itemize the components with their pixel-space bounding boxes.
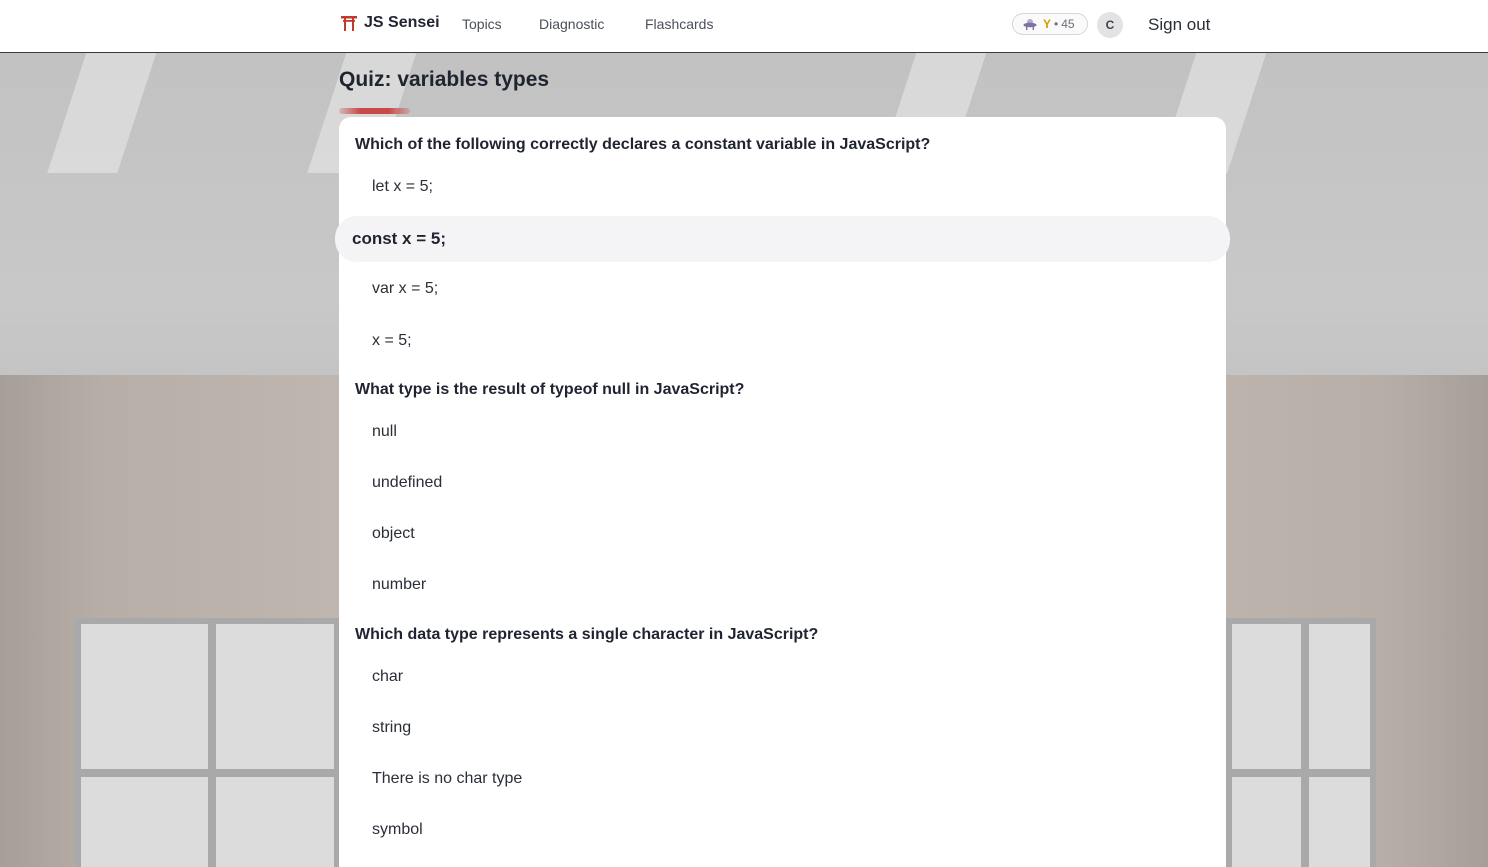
question-3-option-1[interactable]: char xyxy=(372,668,403,686)
question-3-option-2[interactable]: string xyxy=(372,719,411,737)
rank-badge[interactable]: Y • 45 xyxy=(1012,13,1088,35)
shoji-screen xyxy=(75,618,340,867)
question-3-text: Which data type represents a single char… xyxy=(355,626,819,643)
question-1-option-3[interactable]: var x = 5; xyxy=(372,280,438,298)
shoji-screen xyxy=(1226,618,1376,867)
page-title: Quiz: variables types xyxy=(339,68,550,91)
sign-out-button[interactable]: Sign out xyxy=(1148,15,1210,35)
question-2-option-4[interactable]: number xyxy=(372,576,426,594)
top-nav: JS Sensei Topics Diagnostic Flashcards Y… xyxy=(0,0,1488,53)
question-1-option-1[interactable]: let x = 5; xyxy=(372,178,433,196)
quiz-progress-fill xyxy=(339,108,410,114)
badge-separator: • xyxy=(1054,17,1059,31)
question-3-option-4[interactable]: symbol xyxy=(372,821,423,839)
ufo-icon xyxy=(1023,19,1037,30)
nav-link-flashcards[interactable]: Flashcards xyxy=(645,16,713,32)
avatar[interactable]: C xyxy=(1097,12,1123,38)
question-1-option-4[interactable]: x = 5; xyxy=(372,332,412,350)
quiz-card: Which of the following correctly declare… xyxy=(335,117,1230,867)
question-2-text: What type is the result of typeof null i… xyxy=(355,381,745,398)
quiz-progress-bar xyxy=(339,108,1226,114)
torii-gate-icon xyxy=(341,16,357,31)
question-2-option-3[interactable]: object xyxy=(372,525,415,543)
question-1-option-2-selected[interactable]: const x = 5; xyxy=(335,216,1230,262)
question-2-option-2[interactable]: undefined xyxy=(372,474,442,492)
question-1-text: Which of the following correctly declare… xyxy=(355,136,931,153)
question-3-option-3[interactable]: There is no char type xyxy=(372,770,522,788)
xp-count: 45 xyxy=(1061,17,1075,31)
nav-link-diagnostic[interactable]: Diagnostic xyxy=(539,16,604,32)
brand-link[interactable]: JS Sensei xyxy=(340,14,440,32)
brand-name: JS Sensei xyxy=(364,14,440,31)
nav-link-topics[interactable]: Topics xyxy=(462,16,502,32)
question-2-option-1[interactable]: null xyxy=(372,423,397,441)
ceiling-beam xyxy=(47,53,163,173)
rank-letter: Y xyxy=(1043,17,1052,31)
